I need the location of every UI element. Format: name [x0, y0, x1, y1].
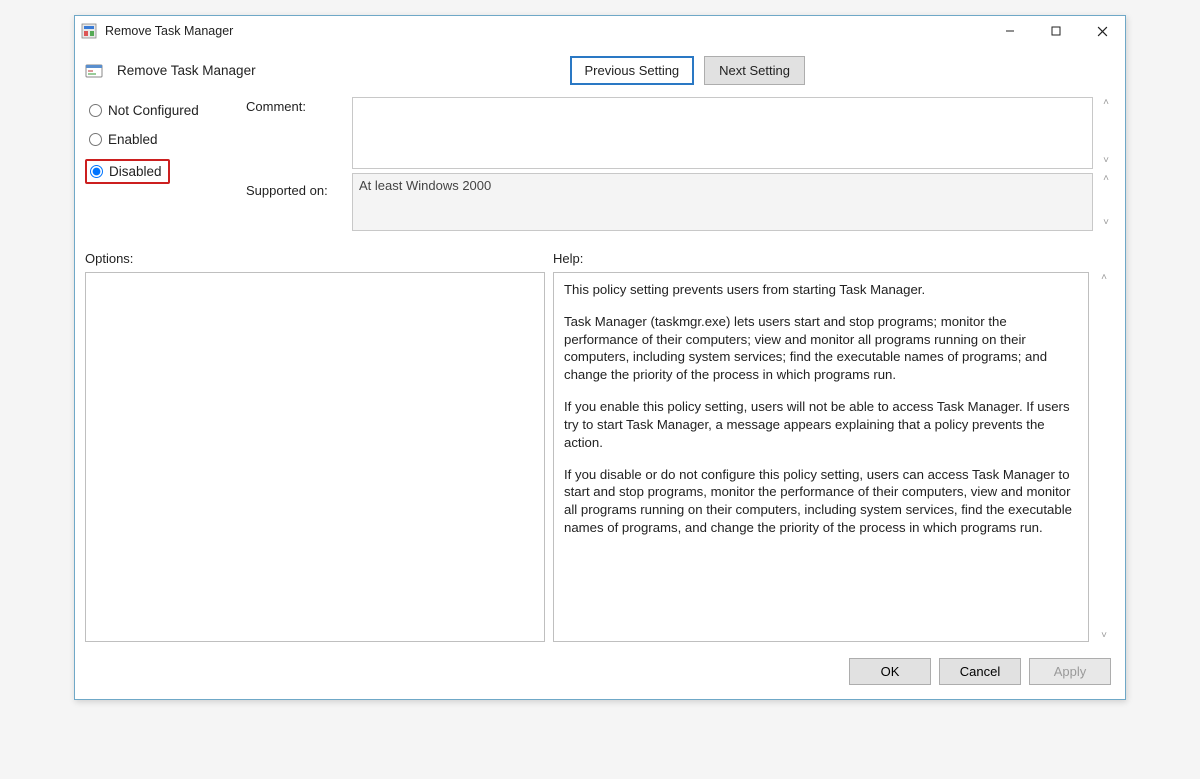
- supported-scroll-up-icon[interactable]: ˄: [1099, 173, 1113, 185]
- dialog-footer: OK Cancel Apply: [85, 648, 1115, 689]
- comment-scroll-up-icon[interactable]: ˄: [1099, 97, 1113, 109]
- window-title: Remove Task Manager: [105, 24, 987, 38]
- help-paragraph: Task Manager (taskmgr.exe) lets users st…: [564, 313, 1078, 384]
- help-paragraph: This policy setting prevents users from …: [564, 281, 1078, 299]
- policy-editor-window: Remove Task Manager R: [74, 15, 1126, 700]
- options-label: Options:: [85, 251, 545, 266]
- previous-setting-button[interactable]: Previous Setting: [570, 56, 695, 85]
- cancel-button[interactable]: Cancel: [939, 658, 1021, 685]
- header-row: Remove Task Manager Previous Setting Nex…: [85, 52, 1115, 91]
- help-scroll-down-icon[interactable]: ˅: [1097, 630, 1111, 642]
- comment-label: Comment:: [246, 99, 306, 114]
- close-button[interactable]: [1079, 16, 1125, 46]
- titlebar: Remove Task Manager: [75, 16, 1125, 46]
- help-panel: This policy setting prevents users from …: [553, 272, 1089, 642]
- radio-not-configured-label: Not Configured: [108, 103, 199, 118]
- app-icon: [81, 23, 97, 39]
- radio-enabled[interactable]: Enabled: [85, 130, 240, 149]
- supported-field: At least Windows 2000: [352, 173, 1093, 231]
- maximize-button[interactable]: [1033, 16, 1079, 46]
- help-paragraph: If you disable or do not configure this …: [564, 466, 1078, 537]
- help-paragraph: If you enable this policy setting, users…: [564, 398, 1078, 451]
- supported-label: Supported on:: [246, 183, 328, 198]
- panels-row: This policy setting prevents users from …: [85, 272, 1115, 642]
- comment-scroll-down-icon[interactable]: ˅: [1099, 155, 1113, 167]
- panels-header: Options: Help:: [85, 251, 1115, 266]
- next-setting-button[interactable]: Next Setting: [704, 56, 805, 85]
- help-label: Help:: [553, 251, 1089, 266]
- radio-disabled[interactable]: Disabled: [85, 159, 170, 184]
- settings-grid: Not Configured Enabled Disabled Comment:: [85, 97, 1115, 235]
- options-panel: [85, 272, 545, 642]
- state-radio-group: Not Configured Enabled Disabled: [85, 97, 240, 184]
- apply-button[interactable]: Apply: [1029, 658, 1111, 685]
- radio-disabled-label: Disabled: [109, 164, 162, 179]
- radio-not-configured[interactable]: Not Configured: [85, 101, 240, 120]
- window-controls: [987, 16, 1125, 46]
- minimize-button[interactable]: [987, 16, 1033, 46]
- comment-field[interactable]: [352, 97, 1093, 169]
- ok-button[interactable]: OK: [849, 658, 931, 685]
- supported-scroll-down-icon[interactable]: ˅: [1099, 217, 1113, 229]
- help-scroll-up-icon[interactable]: ˄: [1097, 272, 1111, 284]
- policy-icon: [85, 62, 103, 80]
- policy-title: Remove Task Manager: [117, 63, 256, 78]
- radio-enabled-label: Enabled: [108, 132, 158, 147]
